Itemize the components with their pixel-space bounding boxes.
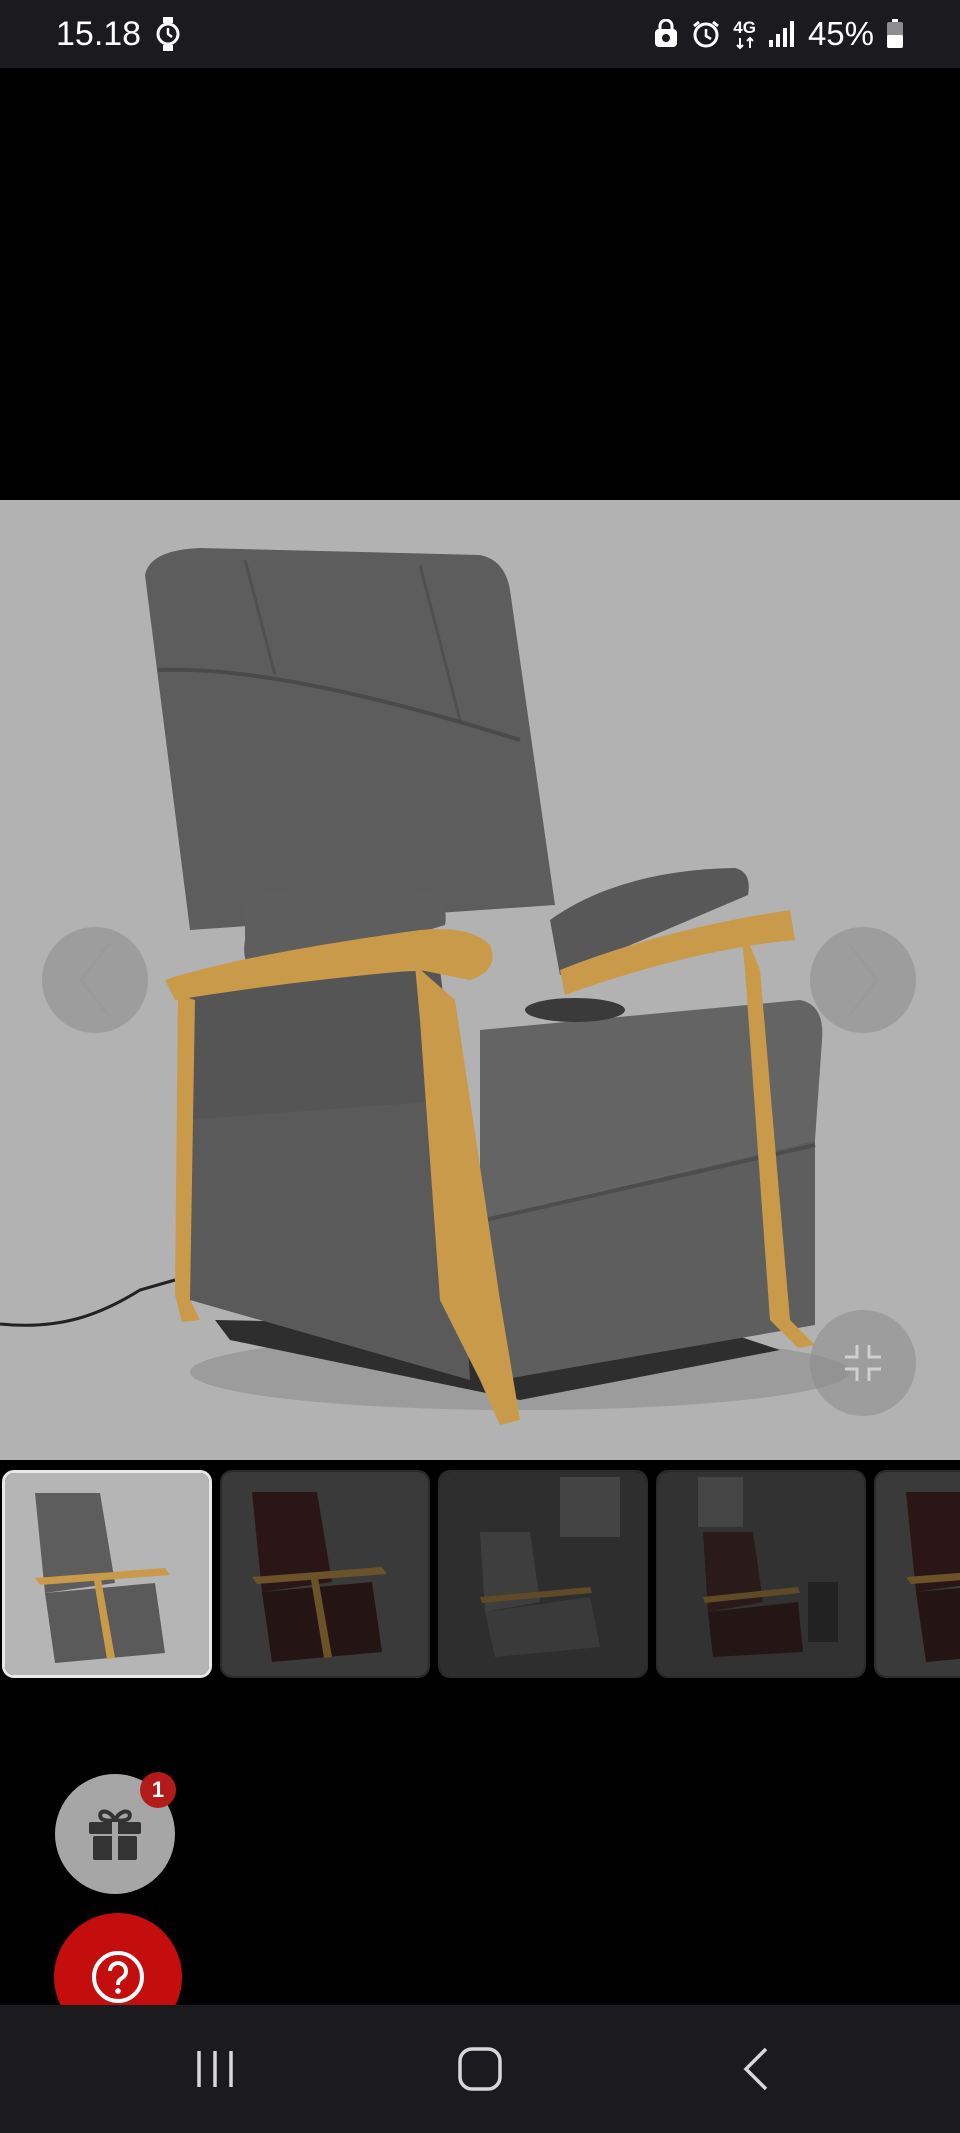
- home-icon: [458, 2047, 502, 2091]
- status-left: 15.18: [56, 15, 181, 54]
- next-image-button[interactable]: [810, 927, 916, 1033]
- collapse-icon: [845, 1345, 881, 1381]
- watch-icon: [155, 17, 181, 51]
- thumbnail-strip[interactable]: [0, 1468, 960, 1682]
- network-4g-icon: 4G: [733, 19, 756, 50]
- exit-fullscreen-button[interactable]: [810, 1310, 916, 1416]
- home-button[interactable]: [425, 2005, 535, 2133]
- status-time: 15.18: [56, 14, 142, 53]
- battery-percent: 45%: [807, 15, 874, 52]
- status-bar: 15.18 4G 45%: [0, 0, 960, 68]
- recycle-lock-icon: [653, 19, 679, 49]
- help-icon: [92, 1951, 144, 2003]
- image-viewer: 1: [0, 68, 960, 2041]
- status-right: 4G 45%: [653, 15, 904, 53]
- thumbnail-2[interactable]: [220, 1470, 430, 1678]
- thumbnail-1[interactable]: [2, 1470, 212, 1678]
- thumbnail-4[interactable]: [656, 1470, 866, 1678]
- network-label: 4G: [733, 17, 756, 37]
- chevron-right-icon: [847, 943, 879, 1017]
- recents-button[interactable]: [160, 2005, 270, 2133]
- battery-icon: [886, 19, 904, 49]
- system-nav-bar: [0, 2005, 960, 2133]
- alarm-icon: [691, 19, 721, 49]
- gift-count-badge: 1: [140, 1772, 176, 1808]
- signal-icon: [768, 20, 796, 48]
- recents-icon: [197, 2051, 233, 2087]
- chevron-left-icon: [79, 943, 111, 1017]
- gift-icon: [89, 1809, 141, 1860]
- previous-image-button[interactable]: [42, 927, 148, 1033]
- back-icon: [743, 2047, 768, 2091]
- thumbnail-3[interactable]: [438, 1470, 648, 1678]
- thumbnail-5[interactable]: [874, 1470, 960, 1678]
- back-button[interactable]: [700, 2005, 810, 2133]
